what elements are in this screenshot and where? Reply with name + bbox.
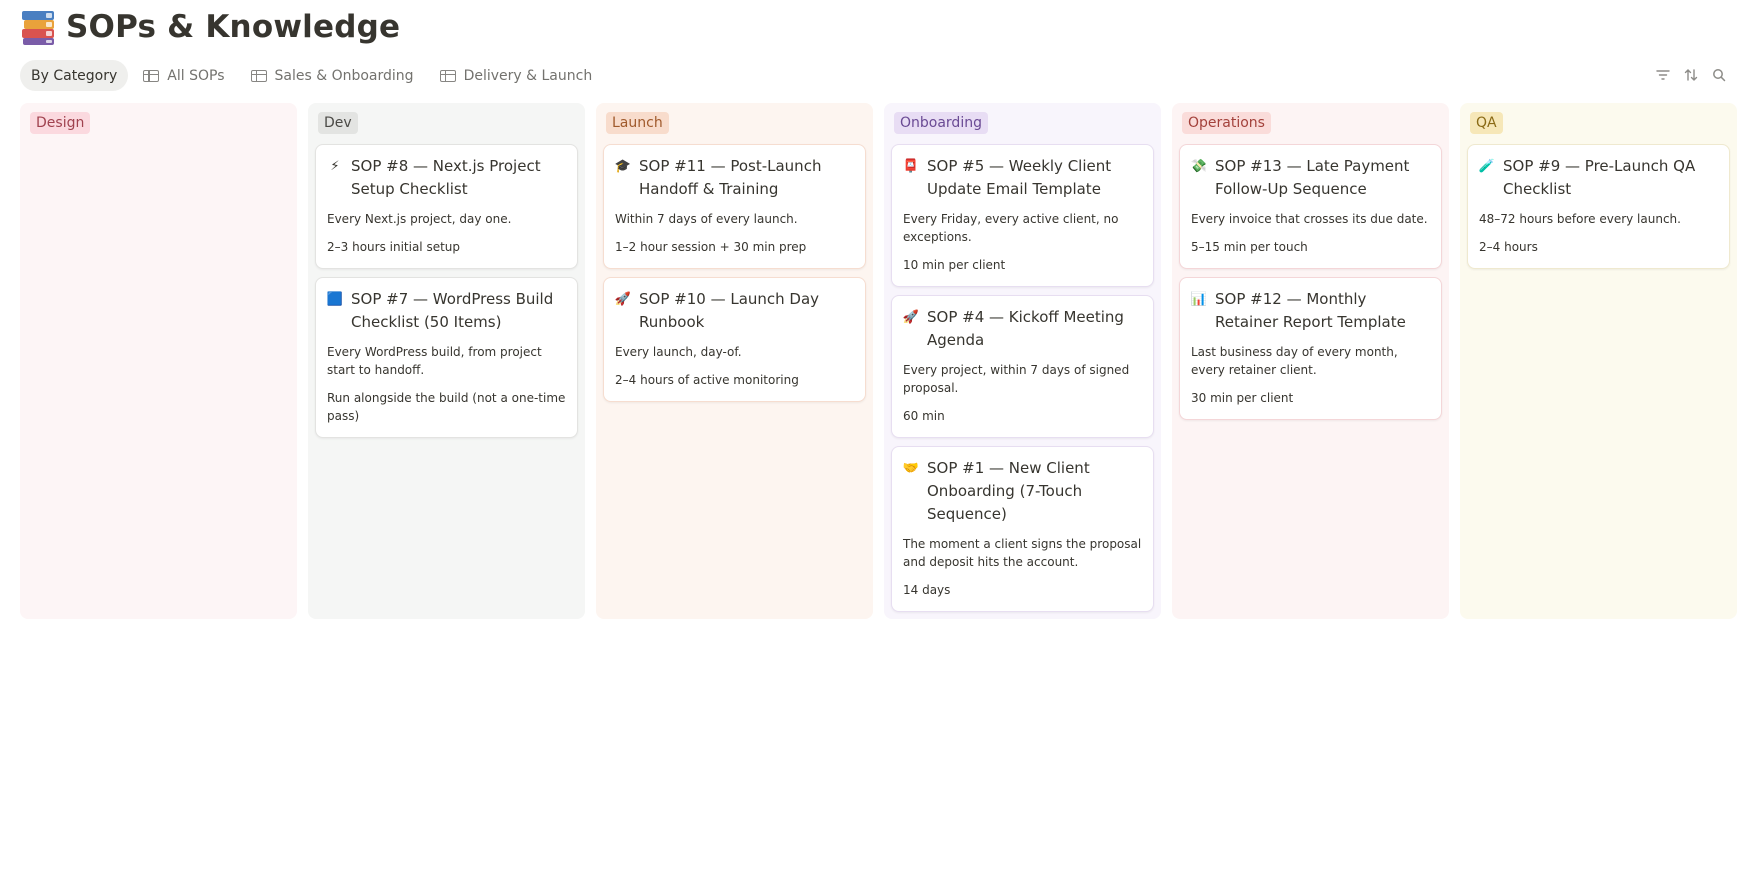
sort-icon[interactable] [1682,64,1700,86]
column-onboarding: Onboarding 📮 SOP #5 — Weekly Client Update… [884,103,1161,619]
column-qa: QA 🧪 SOP #9 — Pre-Launch QA Checklist 48–72… [1460,103,1737,619]
card-when: Every Friday, every active client, no ex… [903,212,1119,244]
page-header: SOPs & Knowledge [20,8,400,46]
card-title: SOP #11 — Post-Launch Handoff & Training [639,157,822,198]
tab-label: Delivery & Launch [463,67,593,84]
card-when: Last business day of every month, every … [1191,345,1398,377]
kanban-board: Design Dev ⚡ SOP #8 — Next.js Project Setup… [20,103,1737,619]
table-view-icon [143,69,160,82]
card-when: Within 7 days of every launch. [615,212,798,226]
card-title-row: 🟦 SOP #7 — WordPress Build Checklist (50 … [327,288,566,334]
card-emoji-icon: 🚀 [614,291,632,307]
card-when: Every WordPress build, from project star… [327,345,542,377]
card-title: SOP #4 — Kickoff Meeting Agenda [927,308,1124,349]
search-icon[interactable] [1710,64,1728,86]
column-header: QA [1467,112,1730,134]
column-dev: Dev ⚡ SOP #8 — Next.js Project Setup Check… [308,103,585,619]
tab-label: By Category [31,67,118,84]
sop-card[interactable]: 🤝 SOP #1 — New Client Onboarding (7-Touch… [891,446,1154,612]
card-duration: 14 days [903,583,951,597]
card-title: SOP #12 — Monthly Retainer Report Templa… [1215,290,1406,331]
card-emoji-icon: 🧪 [1478,158,1496,174]
category-tag[interactable]: Onboarding [894,112,988,134]
card-when: 48–72 hours before every launch. [1479,212,1681,226]
sop-card[interactable]: 📮 SOP #5 — Weekly Client Update Email Tem… [891,144,1154,287]
card-title: SOP #13 — Late Payment Follow-Up Sequenc… [1215,157,1410,198]
sop-card[interactable]: 💸 SOP #13 — Late Payment Follow-Up Sequen… [1179,144,1442,269]
view-tabs: By Category All SOPs Sales & Onboarding Del… [20,60,604,175]
card-duration: Run alongside the build (not a one-time … [327,391,566,423]
card-when: The moment a client signs the proposal a… [903,537,1142,569]
card-duration: 30 min per client [1191,391,1294,405]
tab-sales-onboarding[interactable]: Sales & Onboarding [240,60,425,91]
card-title-row: ⚡ SOP #8 — Next.js Project Setup Checklis… [327,155,566,201]
category-tag[interactable]: Dev [318,112,358,134]
card-title: SOP #5 — Weekly Client Update Email Temp… [927,157,1112,198]
card-duration: 10 min per client [903,258,1006,272]
sop-card[interactable]: ⚡ SOP #8 — Next.js Project Setup Checklis… [315,144,578,269]
card-when: Every Next.js project, day one. [327,212,512,226]
column-design: Design [20,103,297,619]
column-launch: Launch 🎓 SOP #11 — Post-Launch Handoff & T… [596,103,873,619]
tab-label: All SOPs [167,67,225,84]
filter-icon[interactable] [1654,64,1672,86]
tab-by-category[interactable]: By Category [20,60,129,175]
table-view-icon [250,69,267,82]
card-emoji-icon: 📊 [1190,291,1208,307]
category-tag[interactable]: Design [30,112,91,134]
card-emoji-icon: 📮 [902,158,920,174]
card-title-row: 🚀 SOP #10 — Launch Day Runbook [615,288,854,334]
card-title-row: 📊 SOP #12 — Monthly Retainer Report Templ… [1191,288,1430,334]
sop-card[interactable]: 🧪 SOP #9 — Pre-Launch QA Checklist 48–72 h… [1467,144,1730,269]
card-title: SOP #10 — Launch Day Runbook [639,290,820,331]
category-tag[interactable]: QA [1470,112,1503,134]
sop-card[interactable]: 🚀 SOP #4 — Kickoff Meeting Agenda Every pr… [891,295,1154,438]
card-title: SOP #7 — WordPress Build Checklist (50 I… [351,290,554,331]
sop-card[interactable]: 🚀 SOP #10 — Launch Day Runbook Every launc… [603,277,866,402]
column-header: Design [27,112,290,134]
card-emoji-icon: 🤝 [902,460,920,476]
column-header: Dev [315,112,578,134]
card-title-row: 📮 SOP #5 — Weekly Client Update Email Tem… [903,155,1142,201]
card-duration: 60 min [903,409,945,423]
card-duration: 2–4 hours of active monitoring [615,373,799,387]
category-tag[interactable]: Operations [1182,112,1271,134]
sop-card[interactable]: 🟦 SOP #7 — WordPress Build Checklist (50 … [315,277,578,438]
card-title-row: 🧪 SOP #9 — Pre-Launch QA Checklist [1479,155,1718,201]
card-duration: 2–4 hours [1479,240,1538,254]
card-title: SOP #8 — Next.js Project Setup Checklist [351,157,541,198]
card-title-row: 🎓 SOP #11 — Post-Launch Handoff & Trainin… [615,155,854,201]
tab-all-sops[interactable]: All SOPs [132,60,235,91]
card-title-row: 🚀 SOP #4 — Kickoff Meeting Agenda [903,306,1142,352]
column-header: Launch [603,112,866,134]
column-header: Operations [1179,112,1442,134]
card-duration: 5–15 min per touch [1191,240,1308,254]
sop-card[interactable]: 🎓 SOP #11 — Post-Launch Handoff & Trainin… [603,144,866,269]
card-when: Every launch, day-of. [615,345,742,359]
card-emoji-icon: 🟦 [326,291,344,307]
card-title: SOP #1 — New Client Onboarding (7-Touch … [927,459,1090,523]
table-view-icon [439,69,456,82]
card-emoji-icon: 💸 [1190,158,1208,174]
column-operations: Operations 💸 SOP #13 — Late Payment Follow… [1172,103,1449,619]
page-title[interactable]: SOPs & Knowledge [66,9,400,45]
sop-card[interactable]: 📊 SOP #12 — Monthly Retainer Report Templ… [1179,277,1442,420]
card-title: SOP #9 — Pre-Launch QA Checklist [1503,157,1696,198]
tab-label: Sales & Onboarding [274,67,414,84]
card-title-row: 💸 SOP #13 — Late Payment Follow-Up Sequen… [1191,155,1430,201]
card-emoji-icon: ⚡ [330,158,340,174]
column-header: Onboarding [891,112,1154,134]
books-icon[interactable] [20,8,56,46]
card-title-row: 🤝 SOP #1 — New Client Onboarding (7-Touch… [903,457,1142,526]
card-duration: 1–2 hour session + 30 min prep [615,240,807,254]
card-duration: 2–3 hours initial setup [327,240,461,254]
card-when: Every invoice that crosses its due date. [1191,212,1428,226]
tab-delivery-launch[interactable]: Delivery & Launch [429,60,604,91]
card-emoji-icon: 🎓 [614,158,632,174]
card-emoji-icon: 🚀 [902,309,920,325]
category-tag[interactable]: Launch [606,112,669,134]
card-when: Every project, within 7 days of signed p… [903,363,1130,395]
view-toolbar [1654,64,1728,86]
